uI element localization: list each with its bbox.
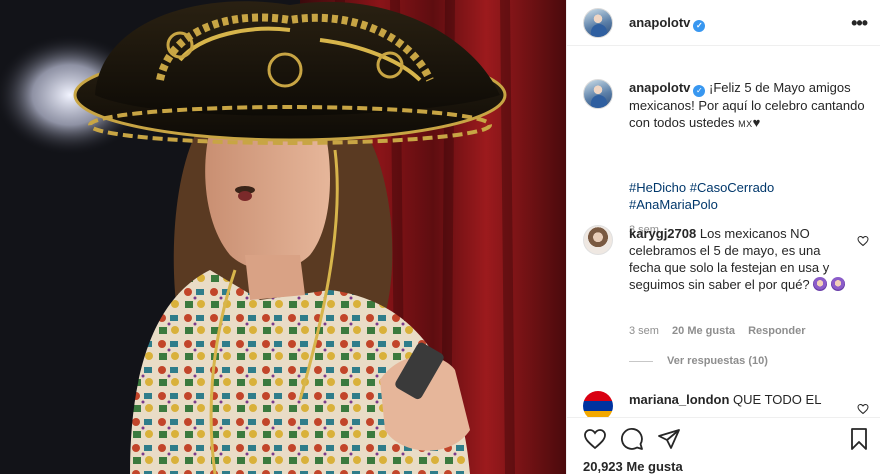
heart-icon[interactable] — [857, 403, 869, 415]
caption-text: anapolotv ✓ ¡Feliz 5 de Mayo amigos mexic… — [629, 79, 869, 133]
photo-illustration — [0, 0, 566, 474]
more-options-icon[interactable]: ••• — [851, 13, 868, 34]
view-replies-button[interactable]: Ver respuestas (10) — [629, 355, 768, 367]
post-photo[interactable] — [0, 0, 566, 474]
caption-avatar[interactable] — [583, 79, 613, 109]
comment-text: mariana_london QUE TODO EL — [629, 391, 849, 408]
heart-icon[interactable] — [583, 427, 607, 451]
hashtag-link[interactable]: #AnaMariaPolo — [629, 196, 869, 213]
hashtag-link[interactable]: #CasoCerrado — [690, 180, 775, 195]
author-username-row: anapolotv ✓ — [629, 15, 706, 32]
paper-plane-icon[interactable] — [657, 427, 681, 451]
post-actions-bar: 20,923 Me gusta — [567, 417, 880, 474]
instagram-post-view: anapolotv ✓ ••• anapolotv ✓ ¡Feliz 5 de Ma… — [0, 0, 880, 474]
hashtag-link[interactable]: #HeDicho — [629, 180, 686, 195]
comment-body: QUE TODO EL — [733, 392, 822, 407]
woman-shrugging-emoji — [813, 277, 828, 291]
comment-meta: 3 sem 20 Me gusta Responder — [629, 325, 806, 337]
comment-text: karygj2708 Los mexicanos NO celebramos e… — [629, 225, 849, 293]
mexico-flag-icon: MX — [738, 119, 753, 129]
post-side-panel: anapolotv ✓ ••• anapolotv ✓ ¡Feliz 5 de Ma… — [566, 0, 880, 474]
post-header: anapolotv ✓ ••• — [567, 0, 880, 46]
comments-list[interactable]: anapolotv ✓ ¡Feliz 5 de Mayo amigos mexic… — [567, 47, 880, 417]
commenter-avatar[interactable] — [583, 225, 613, 255]
post-likes-count[interactable]: 20,923 Me gusta — [583, 459, 683, 474]
reply-button[interactable]: Responder — [748, 325, 805, 337]
heart-icon[interactable] — [857, 235, 869, 247]
commenter-avatar[interactable] — [583, 391, 613, 417]
author-username[interactable]: anapolotv — [629, 15, 690, 30]
woman-shrugging-emoji — [830, 277, 845, 291]
verified-badge-icon: ✓ — [693, 20, 706, 32]
caption-username[interactable]: anapolotv — [629, 80, 690, 95]
author-avatar[interactable] — [583, 8, 613, 38]
verified-badge-icon: ✓ — [693, 85, 706, 97]
commenter-username[interactable]: karygj2708 — [629, 226, 696, 241]
comment-icon[interactable] — [620, 427, 644, 451]
heart-emoji: ♥ — [752, 115, 761, 130]
commenter-username[interactable]: mariana_london — [629, 392, 729, 407]
bookmark-icon[interactable] — [847, 427, 871, 451]
comment-timestamp[interactable]: 3 sem — [629, 325, 659, 337]
caption-hashtags: #HeDicho #CasoCerrado #AnaMariaPolo — [629, 179, 869, 213]
comment-likes[interactable]: 20 Me gusta — [672, 325, 735, 337]
